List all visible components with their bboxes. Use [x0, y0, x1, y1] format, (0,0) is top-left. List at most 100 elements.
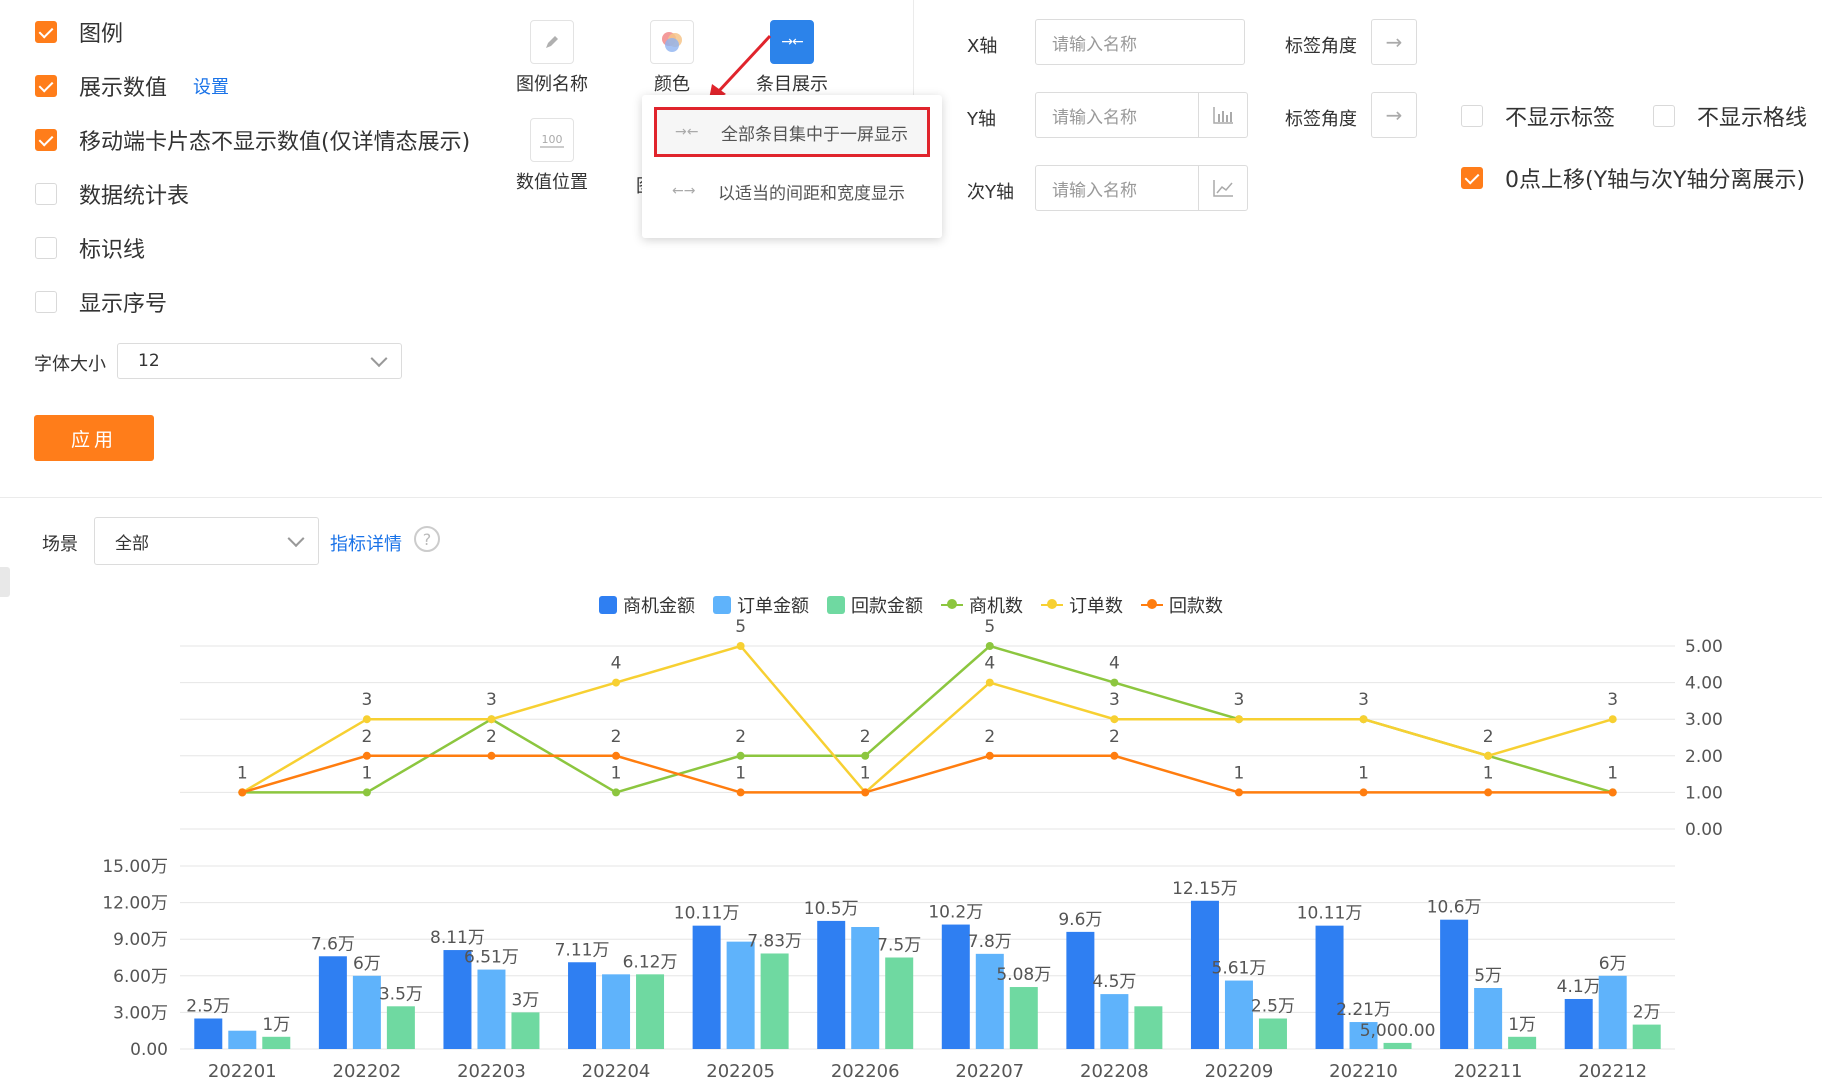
- option-0[interactable]: 图例: [35, 17, 123, 47]
- line-data-label: 2: [1483, 727, 1494, 747]
- menu-item-label: 全部条目集中于一屏显示: [721, 124, 908, 145]
- bar: [568, 962, 597, 1049]
- bar-data-label: 5,000.00: [1360, 1021, 1436, 1041]
- y-axis-label: Y轴: [967, 109, 996, 130]
- hide-labels-option[interactable]: 不显示标签: [1461, 101, 1615, 131]
- value-position-label: 数值位置: [516, 172, 588, 193]
- line-point: [985, 642, 994, 650]
- hide-gridlines-checkbox[interactable]: [1653, 105, 1675, 127]
- line-point: [1359, 788, 1368, 797]
- x-axis-name-input[interactable]: 请输入名称: [1035, 19, 1245, 65]
- value-position-icon: 100: [530, 118, 574, 162]
- bar: [1134, 1006, 1163, 1049]
- line-data-label: 1: [361, 763, 372, 783]
- line-point: [612, 788, 621, 797]
- line-point: [1608, 788, 1617, 797]
- apply-button[interactable]: 应用: [34, 415, 154, 461]
- option-checkbox[interactable]: [35, 237, 57, 259]
- bar: [636, 974, 665, 1049]
- bar: [1258, 1018, 1287, 1049]
- bar: [194, 1018, 223, 1049]
- zero-shift-text: 0点上移(Y轴与次Y轴分离展示): [1505, 168, 1806, 193]
- x-tick-label: 202205: [706, 1061, 775, 1082]
- pencil-icon: [530, 20, 574, 64]
- option-label: 显示序号: [79, 292, 168, 317]
- option-5[interactable]: 显示序号: [35, 287, 167, 317]
- option-3[interactable]: 数据统计表: [35, 179, 189, 209]
- y2-axis-label: 次Y轴: [967, 182, 1014, 203]
- option-checkbox[interactable]: [35, 129, 57, 151]
- line-data-label: 1: [611, 763, 622, 783]
- bar-data-label: 1万: [262, 1015, 290, 1035]
- font-size-select[interactable]: 12: [117, 343, 402, 379]
- line-data-label: 3: [486, 690, 497, 710]
- option-checkbox[interactable]: [35, 21, 57, 43]
- line-data-label: 1: [237, 763, 248, 783]
- y2-tick-label: 0.00: [1685, 820, 1723, 840]
- hide-gridlines-option[interactable]: 不显示格线: [1653, 101, 1807, 131]
- line-data-label: 4: [984, 654, 995, 674]
- line-data-label: 2: [1109, 727, 1120, 747]
- bar: [1564, 998, 1593, 1049]
- bar-chart-icon[interactable]: [1198, 93, 1247, 137]
- line-point: [1608, 715, 1617, 724]
- chevron-down-icon: [287, 530, 305, 548]
- y2-tick-label: 3.00: [1685, 710, 1723, 730]
- bar-data-label: 10.2万: [928, 903, 983, 923]
- option-4[interactable]: 标识线: [35, 233, 145, 263]
- bar-data-label: 6.51万: [464, 948, 519, 968]
- line-point: [861, 788, 870, 797]
- x-tick-label: 202202: [333, 1061, 402, 1082]
- line-data-label: 2: [735, 727, 746, 747]
- option-1[interactable]: 展示数值 设置: [35, 71, 229, 101]
- bar: [851, 927, 880, 1049]
- line-data-label: 1: [860, 763, 871, 783]
- expand-arrows-icon: ←→: [672, 183, 696, 199]
- x-tick-label: 202207: [955, 1061, 1024, 1082]
- line-point: [487, 715, 496, 724]
- menu-item-proper-spacing[interactable]: ←→ 以适当的间距和宽度显示: [654, 166, 930, 216]
- x-tick-label: 202212: [1578, 1061, 1647, 1082]
- line-data-label: 3: [1109, 690, 1120, 710]
- line-data-label: 5: [984, 617, 995, 637]
- arrow-right-icon[interactable]: →: [1371, 19, 1417, 65]
- metric-detail-link[interactable]: 指标详情: [330, 530, 402, 556]
- hide-labels-checkbox[interactable]: [1461, 105, 1483, 127]
- option-2[interactable]: 移动端卡片态不显示数值(仅详情态展示): [35, 125, 470, 155]
- option-label: 展示数值: [79, 76, 168, 101]
- y-tick-label: 9.00万: [113, 930, 168, 950]
- bar-data-label: 12.15万: [1172, 879, 1238, 899]
- arrow-right-icon[interactable]: →: [1371, 92, 1417, 138]
- bar-data-label: 4.5万: [1092, 972, 1136, 992]
- y2-tick-label: 4.00: [1685, 674, 1723, 694]
- bar-data-label: 2.5万: [1251, 997, 1295, 1017]
- value-position-tool[interactable]: 100 数值位置: [507, 118, 597, 194]
- bar-data-label: 7.5万: [877, 936, 921, 956]
- option-checkbox[interactable]: [35, 291, 57, 313]
- settings-link[interactable]: 设置: [193, 73, 229, 99]
- bar: [726, 941, 755, 1049]
- line-point: [1110, 715, 1119, 724]
- bar: [602, 974, 631, 1049]
- bar-data-label: 9.6万: [1058, 910, 1102, 930]
- line-point: [612, 678, 621, 687]
- line-chart-icon[interactable]: [1198, 166, 1247, 210]
- zero-shift-option[interactable]: 0点上移(Y轴与次Y轴分离展示): [1461, 163, 1805, 193]
- option-checkbox[interactable]: [35, 183, 57, 205]
- bar-data-label: 10.11万: [674, 904, 740, 924]
- line-point: [1484, 788, 1493, 797]
- menu-item-fit-one-screen[interactable]: →← 全部条目集中于一屏显示: [654, 107, 930, 157]
- option-checkbox[interactable]: [35, 75, 57, 97]
- zero-shift-checkbox[interactable]: [1461, 167, 1483, 189]
- bar-data-label: 2.21万: [1336, 1000, 1391, 1020]
- option-label: 数据统计表: [79, 184, 190, 209]
- bar: [262, 1036, 291, 1049]
- legend-name-tool[interactable]: 图例名称: [507, 20, 597, 96]
- x-tick-label: 202210: [1329, 1061, 1398, 1082]
- y-tick-label: 12.00万: [102, 894, 168, 914]
- help-icon[interactable]: ?: [414, 526, 440, 552]
- scene-select[interactable]: 全部: [94, 517, 319, 565]
- y2-axis-name-input[interactable]: 请输入名称: [1035, 165, 1248, 211]
- bar: [885, 957, 914, 1049]
- y-axis-name-input[interactable]: 请输入名称: [1035, 92, 1248, 138]
